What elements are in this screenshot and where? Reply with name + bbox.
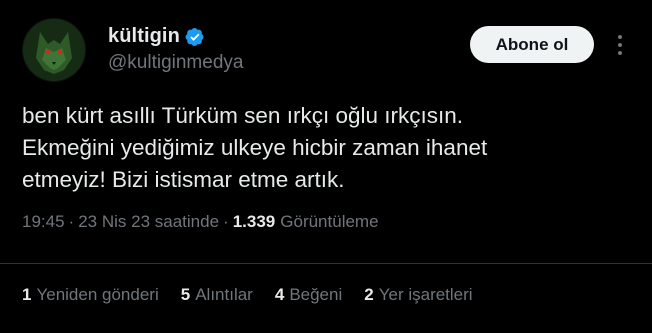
stat-count: 1 [22, 285, 32, 304]
stat-label: Alıntılar [195, 285, 253, 304]
tweet-time[interactable]: 19:45 [22, 212, 65, 232]
views-label: Görüntüleme [280, 212, 379, 231]
stat-count: 2 [364, 285, 374, 304]
divider [0, 263, 652, 264]
stat-label: Yeniden gönderi [36, 285, 159, 304]
meta-separator: · [68, 212, 75, 231]
stat-likes[interactable]: 4 Beğeni [275, 285, 342, 305]
tweet-card: kültigin @kultiginmedya Abone ol ben kür… [0, 0, 652, 333]
stat-count: 4 [274, 285, 285, 304]
verified-badge-icon [185, 27, 204, 46]
more-options-button[interactable] [610, 30, 630, 60]
tweet-date[interactable]: 23 Nis 23 saatinde [78, 212, 219, 232]
stat-label: Yer işaretleri [378, 285, 473, 304]
wolf-avatar-icon [23, 19, 85, 81]
stat-count: 5 [180, 285, 191, 304]
avatar[interactable] [22, 18, 86, 82]
author-handle[interactable]: @kultiginmedya [108, 52, 243, 74]
stat-label: Beğeni [289, 285, 343, 304]
engagement-stats: 1 Yeniden gönderi 5 Alıntılar 4 Beğeni 2… [22, 285, 495, 305]
more-vertical-icon-dot [618, 51, 622, 55]
stat-quotes[interactable]: 5 Alıntılar [181, 285, 253, 305]
stat-reposts[interactable]: 1 Yeniden gönderi [22, 285, 159, 305]
more-vertical-icon [618, 35, 622, 39]
author-display-name[interactable]: kültigin [108, 25, 180, 48]
follow-button[interactable]: Abone ol [470, 26, 594, 63]
more-vertical-icon-dot [618, 43, 622, 47]
tweet-meta: 19:45 · 23 Nis 23 saatinde · 1.339 Görün… [22, 212, 379, 232]
stat-bookmarks[interactable]: 2 Yer işaretleri [364, 285, 472, 305]
tweet-text: ben kürt asıllı Türküm sen ırkçı oğlu ır… [22, 103, 488, 192]
author-name-row: kültigin [108, 25, 205, 48]
views-count: 1.339 [232, 212, 276, 231]
meta-separator: · [223, 212, 229, 231]
